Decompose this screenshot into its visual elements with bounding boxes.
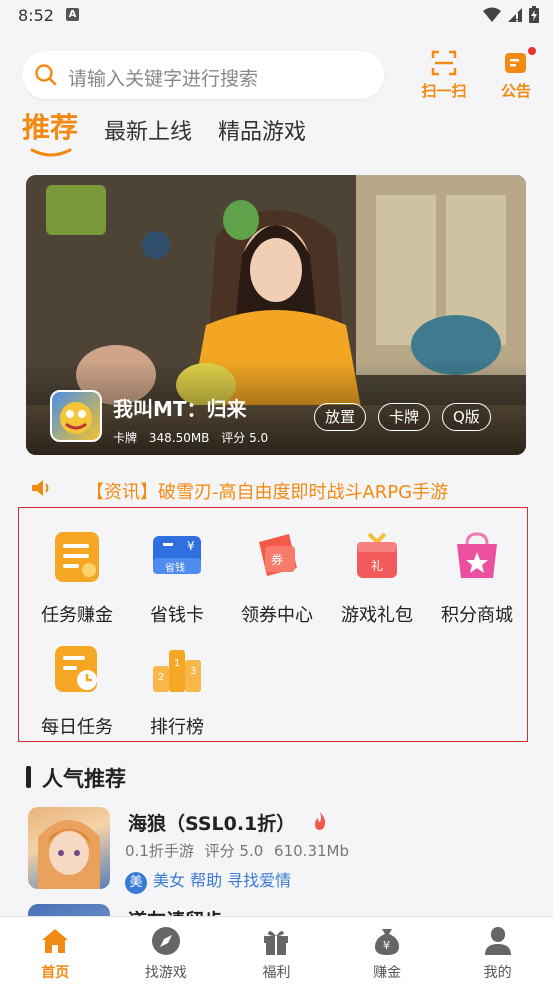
- feature-grid: 任务赚金 ¥ 省钱 省钱卡 券 领券中心 礼 游戏礼包 积分商城 每日任务 2 …: [18, 507, 528, 742]
- notice-label: 公告: [500, 82, 531, 100]
- gift-icon: [264, 931, 289, 955]
- tab-premium-games[interactable]: 精品游戏: [218, 114, 306, 160]
- svg-text:¥: ¥: [383, 939, 390, 952]
- feature-label: 积分商城: [441, 605, 513, 626]
- feature-label: 省钱卡: [150, 605, 204, 626]
- game-rating: 评分 5.0: [204, 842, 264, 860]
- status-bar: 8:52 A: [0, 0, 553, 32]
- notice-button[interactable]: 公告: [488, 47, 544, 100]
- nav-label: 赚金: [373, 965, 402, 981]
- daily-task-icon: [55, 646, 97, 692]
- feature-label: 每日任务: [41, 717, 113, 738]
- svg-text:3: 3: [190, 666, 196, 677]
- nav-label: 福利: [262, 965, 291, 981]
- tab-recommend[interactable]: 推荐: [22, 106, 78, 160]
- coupon-icon: 券: [259, 534, 297, 576]
- featured-banner[interactable]: 我叫MT：归来 卡牌 348.50MB 评分 5.0 放置 卡牌 Q版: [26, 175, 526, 455]
- feature-task-earn[interactable]: 任务赚金: [27, 516, 127, 626]
- nav-find-games[interactable]: 找游戏: [111, 917, 222, 984]
- signal-icon: [508, 7, 522, 22]
- tagline-text: 美女 帮助 寻找爱情: [153, 871, 292, 890]
- ranking-icon: 2 1 3: [153, 650, 201, 692]
- tab-active-indicator: [30, 148, 72, 157]
- svg-text:¥: ¥: [187, 539, 195, 553]
- banner-game-meta: 卡牌 348.50MB 评分 5.0: [113, 429, 276, 446]
- feature-label: 排行榜: [150, 717, 204, 738]
- notification-a-icon: A: [66, 8, 79, 21]
- speaker-icon: [32, 480, 49, 496]
- bottom-nav: 首页 找游戏 福利 ¥ 赚金 我的: [0, 916, 553, 984]
- nav-label: 我的: [483, 965, 512, 981]
- points-mall-icon: [457, 532, 497, 578]
- scan-label: 扫一扫: [421, 82, 467, 100]
- feature-label: 任务赚金: [41, 605, 113, 626]
- tab-new-releases[interactable]: 最新上线: [104, 114, 192, 160]
- game-list-item[interactable]: 海狼（SSL0.1折） 0.1折手游 评分 5.0 610.31Mb 美美女 帮…: [28, 807, 528, 894]
- feature-savings-card[interactable]: ¥ 省钱 省钱卡: [127, 516, 227, 626]
- banner-game-type: 卡牌: [113, 431, 138, 445]
- task-coin-icon: [55, 532, 99, 582]
- search-box[interactable]: 请输入关键字进行搜索: [22, 51, 384, 99]
- search-icon: [35, 64, 57, 86]
- compass-icon: [151, 927, 180, 955]
- svg-text:1: 1: [174, 658, 180, 669]
- gift-pack-icon: 礼: [357, 532, 397, 578]
- nav-home[interactable]: 首页: [0, 917, 111, 984]
- battery-icon: [529, 6, 539, 23]
- nav-label: 首页: [41, 965, 70, 981]
- user-icon: [484, 927, 511, 955]
- svg-text:礼: 礼: [371, 558, 383, 573]
- game-title: 海狼（SSL0.1折）: [128, 813, 296, 835]
- feature-daily-task[interactable]: 每日任务: [27, 628, 127, 738]
- scan-icon: [431, 50, 457, 76]
- feature-label: 领券中心: [241, 605, 313, 626]
- savings-card-icon: ¥ 省钱: [153, 536, 201, 574]
- search-input[interactable]: 请输入关键字进行搜索: [68, 64, 258, 91]
- status-icons: [483, 6, 539, 23]
- game-thumbnail: [28, 807, 110, 889]
- feature-points-mall[interactable]: 积分商城: [427, 516, 527, 626]
- banner-tag[interactable]: 放置: [314, 403, 367, 431]
- notice-unread-dot: [528, 47, 536, 55]
- tag-badge: 美: [125, 872, 147, 894]
- banner-game-icon: [50, 390, 102, 442]
- svg-text:券: 券: [271, 552, 283, 567]
- hot-flame-icon: [315, 812, 326, 830]
- news-ticker[interactable]: 【资讯】破雪刃-高自由度即时战斗ARPG手游: [30, 474, 530, 504]
- notice-icon: [505, 53, 526, 73]
- news-text: 【资讯】破雪刃-高自由度即时战斗ARPG手游: [86, 482, 449, 503]
- home-icon: [42, 929, 69, 953]
- banner-game-title: 我叫MT：归来: [113, 397, 247, 421]
- scan-button[interactable]: 扫一扫: [416, 50, 472, 100]
- nav-welfare[interactable]: 福利: [221, 917, 332, 984]
- svg-text:省钱: 省钱: [165, 561, 185, 574]
- money-bag-icon: ¥: [375, 929, 400, 955]
- feature-gift-pack[interactable]: 礼 游戏礼包: [327, 516, 427, 626]
- banner-game-rating: 评分 5.0: [221, 431, 269, 445]
- nav-earn[interactable]: ¥ 赚金: [332, 917, 443, 984]
- game-meta: 0.1折手游 评分 5.0 610.31Mb: [125, 840, 355, 861]
- banner-tag[interactable]: Q版: [442, 403, 491, 431]
- section-bar-decoration: [26, 766, 31, 788]
- banner-game-size: 348.50MB: [148, 431, 210, 445]
- feature-coupon-center[interactable]: 券 领券中心: [227, 516, 327, 626]
- feature-label: 游戏礼包: [341, 605, 413, 626]
- nav-mine[interactable]: 我的: [442, 917, 553, 984]
- game-tagline: 美美女 帮助 寻找爱情: [125, 867, 291, 894]
- game-discount: 0.1折手游: [125, 842, 194, 860]
- tab-label: 推荐: [22, 111, 79, 144]
- section-title: 人气推荐: [42, 767, 126, 791]
- category-tabs: 推荐 最新上线 精品游戏: [22, 108, 332, 160]
- nav-label: 找游戏: [144, 965, 187, 981]
- banner-tag[interactable]: 卡牌: [378, 403, 431, 431]
- game-size: 610.31Mb: [274, 842, 349, 860]
- wifi-icon: [483, 7, 501, 22]
- status-time: 8:52: [18, 6, 54, 25]
- feature-ranking[interactable]: 2 1 3 排行榜: [127, 628, 227, 738]
- svg-text:2: 2: [158, 672, 164, 683]
